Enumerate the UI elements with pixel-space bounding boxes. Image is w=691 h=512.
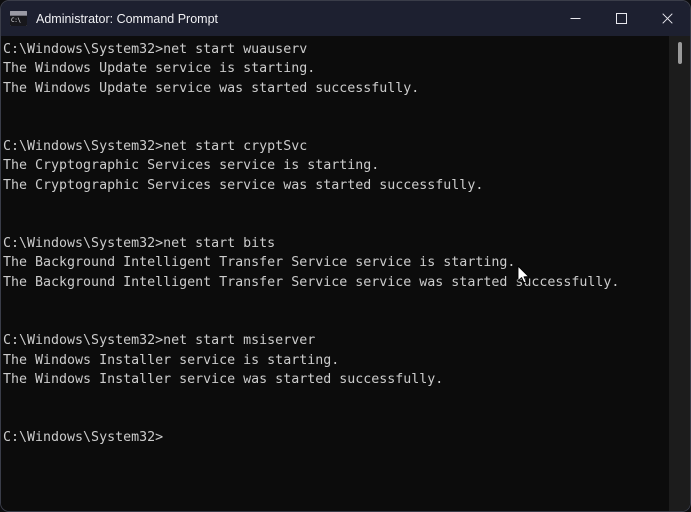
close-button[interactable] <box>644 1 690 36</box>
terminal-output-area[interactable]: C:\Windows\System32>net start wuauserv T… <box>1 36 690 511</box>
scrollbar-thumb[interactable] <box>678 42 682 64</box>
window-controls <box>552 1 690 36</box>
cmd-icon-screen-text: C:\ <box>10 16 27 26</box>
titlebar-left-group: C:\ Administrator: Command Prompt <box>1 11 552 26</box>
console-text: C:\Windows\System32>net start wuauserv T… <box>3 42 620 446</box>
close-icon <box>661 13 673 24</box>
minimize-icon <box>570 18 580 19</box>
cmd-app-icon: C:\ <box>10 11 27 26</box>
window-title: Administrator: Command Prompt <box>36 11 219 26</box>
maximize-icon <box>615 13 627 24</box>
minimize-button[interactable] <box>552 1 598 36</box>
vertical-scrollbar[interactable] <box>669 36 690 511</box>
window-titlebar[interactable]: C:\ Administrator: Command Prompt <box>1 1 690 36</box>
maximize-button[interactable] <box>598 1 644 36</box>
command-prompt-window: C:\ Administrator: Command Prompt C:\Win… <box>0 0 691 512</box>
